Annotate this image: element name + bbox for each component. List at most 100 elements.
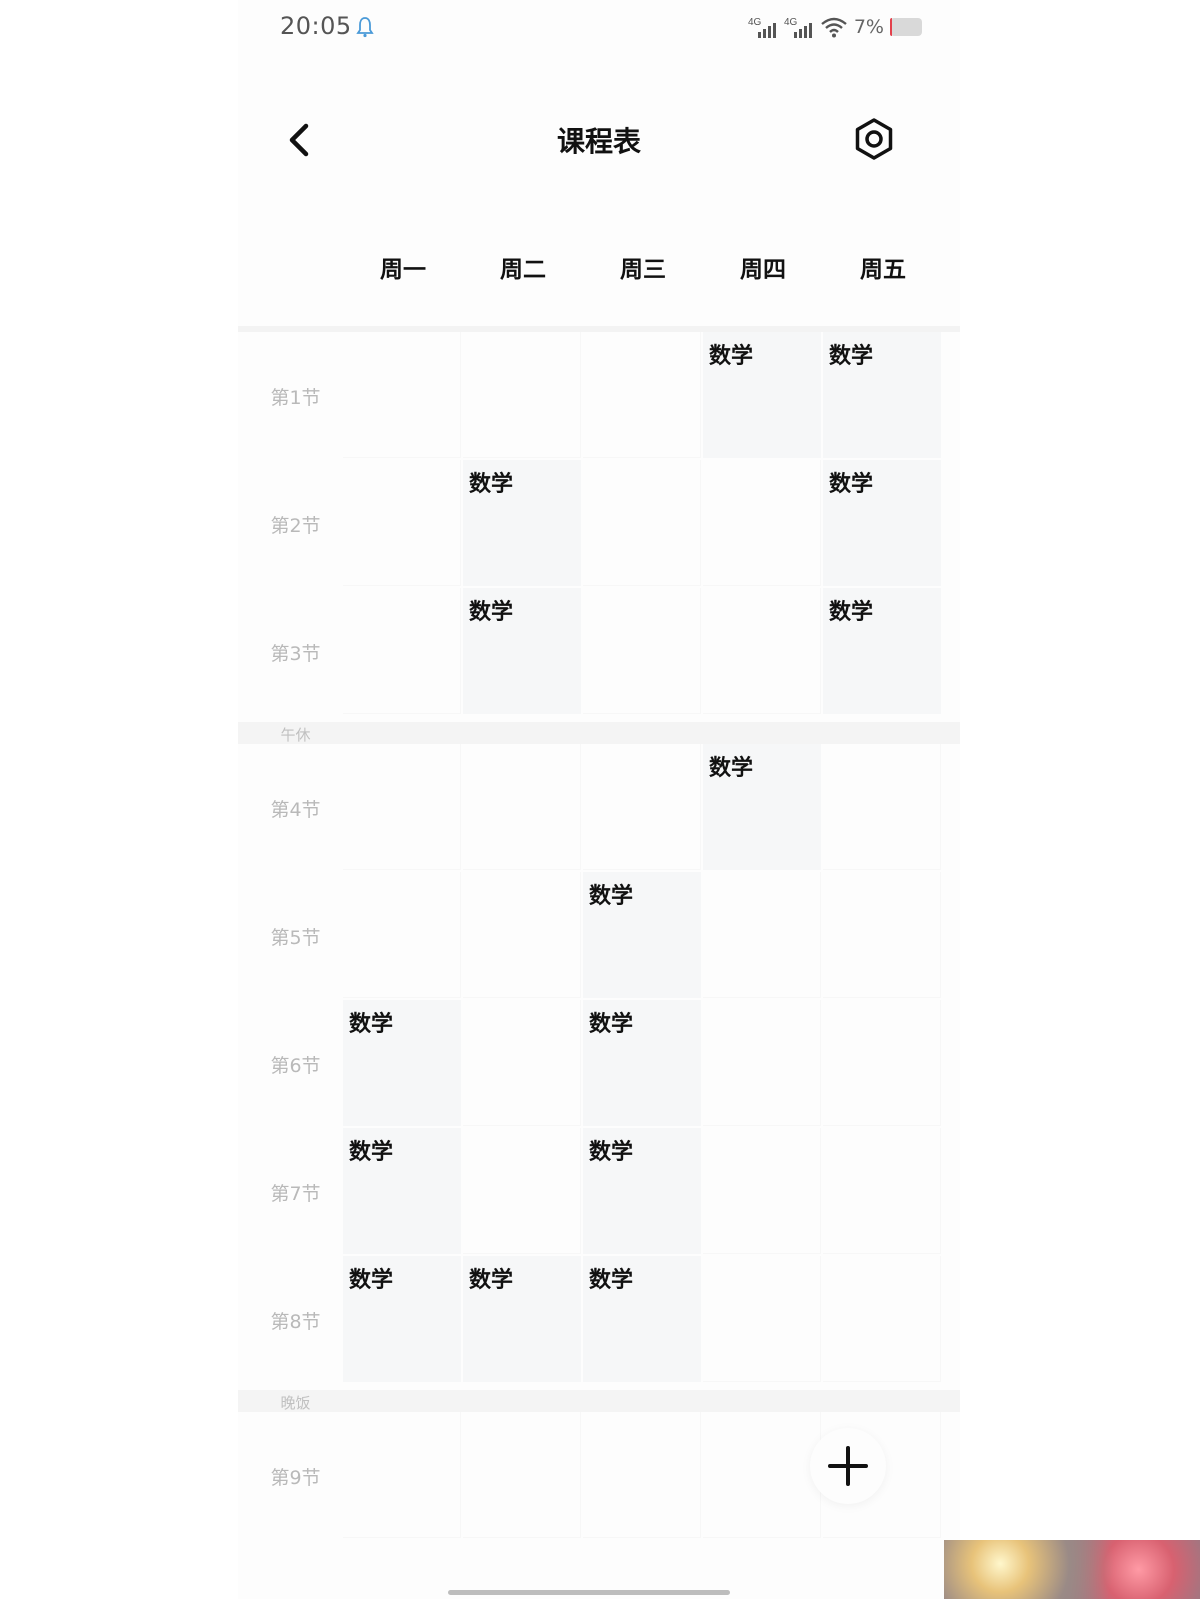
period-label: 第8节 (270, 1310, 321, 1333)
day-wednesday: 周三 (620, 257, 666, 283)
empty-cell[interactable] (703, 1412, 821, 1538)
course-cell[interactable]: 数学 (463, 588, 581, 714)
course-cell[interactable]: 数学 (823, 332, 941, 458)
empty-cell[interactable] (583, 332, 701, 458)
empty-cell[interactable] (463, 744, 581, 870)
empty-cell[interactable] (703, 1256, 821, 1382)
period-label: 第1节 (270, 386, 321, 409)
course-name: 数学 (589, 1140, 634, 1165)
empty-cell[interactable] (463, 1128, 581, 1254)
course-cell[interactable]: 数学 (823, 460, 941, 586)
signal-4g-icon: 4G (784, 17, 812, 38)
empty-cell[interactable] (823, 1128, 941, 1254)
day-thursday: 周四 (740, 257, 786, 283)
break-label: 晚饭 (280, 1394, 311, 1412)
status-time: 20:05 (280, 12, 352, 40)
empty-cell[interactable] (463, 332, 581, 458)
break-label: 午休 (280, 726, 311, 744)
period-row: 第1节 数学 数学 (238, 332, 960, 460)
empty-cell[interactable] (583, 588, 701, 714)
course-cell[interactable]: 数学 (463, 460, 581, 586)
day-monday: 周一 (380, 257, 426, 283)
battery-percent: 7% (853, 16, 884, 38)
status-icons: 4G 4G 7% (748, 14, 922, 40)
day-tuesday: 周二 (500, 257, 546, 283)
period-row: 第2节 数学 数学 (238, 460, 960, 588)
course-name: 数学 (589, 1268, 634, 1293)
settings-icon[interactable] (852, 117, 896, 161)
empty-cell[interactable] (463, 1412, 581, 1538)
empty-cell[interactable] (343, 744, 461, 870)
period-label: 第5节 (270, 926, 321, 949)
course-name: 数学 (349, 1140, 394, 1165)
empty-cell[interactable] (823, 1256, 941, 1382)
empty-cell[interactable] (463, 1000, 581, 1126)
empty-cell[interactable] (343, 332, 461, 458)
weekday-header: 周一 周二 周三 周四 周五 (238, 250, 960, 290)
course-cell[interactable]: 数学 (343, 1128, 461, 1254)
period-label: 第9节 (270, 1466, 321, 1489)
period-row: 第4节 数学 (238, 744, 960, 872)
period-label: 第7节 (270, 1182, 321, 1205)
period-label: 第6节 (270, 1054, 321, 1077)
course-name: 数学 (349, 1012, 394, 1037)
course-name: 数学 (469, 1268, 514, 1293)
period-label: 第4节 (270, 798, 321, 821)
network-1-label: 4G (748, 17, 762, 28)
empty-cell[interactable] (583, 460, 701, 586)
empty-cell[interactable] (823, 872, 941, 998)
signal-4g-icon: 4G (748, 17, 776, 38)
empty-cell[interactable] (583, 744, 701, 870)
course-cell[interactable]: 数学 (703, 744, 821, 870)
empty-cell[interactable] (343, 460, 461, 586)
empty-cell[interactable] (703, 460, 821, 586)
course-name: 数学 (589, 884, 634, 909)
notification-bell-icon (356, 17, 374, 38)
period-row: 第5节 数学 (238, 872, 960, 1000)
empty-cell[interactable] (343, 588, 461, 714)
network-2-label: 4G (784, 17, 798, 28)
day-friday: 周五 (860, 257, 906, 283)
empty-cell[interactable] (703, 1000, 821, 1126)
lunch-break-bar: 午休 (238, 722, 960, 744)
course-cell[interactable]: 数学 (343, 1000, 461, 1126)
empty-cell[interactable] (823, 1000, 941, 1126)
course-cell[interactable]: 数学 (343, 1256, 461, 1382)
corner-photo-overlay (944, 1540, 1200, 1599)
period-row: 第8节 数学 数学 数学 (238, 1256, 960, 1384)
empty-cell[interactable] (343, 872, 461, 998)
course-cell[interactable]: 数学 (583, 1256, 701, 1382)
add-course-button[interactable] (810, 1428, 886, 1504)
period-label: 第3节 (270, 642, 321, 665)
empty-cell[interactable] (703, 1128, 821, 1254)
period-row: 第7节 数学 数学 (238, 1128, 960, 1256)
empty-cell[interactable] (583, 1412, 701, 1538)
course-cell[interactable]: 数学 (463, 1256, 581, 1382)
course-name: 数学 (829, 600, 874, 625)
course-cell[interactable]: 数学 (583, 1128, 701, 1254)
period-row: 第6节 数学 数学 (238, 1000, 960, 1128)
course-name: 数学 (829, 344, 874, 369)
course-name: 数学 (469, 600, 514, 625)
empty-cell[interactable] (463, 872, 581, 998)
period-row: 第3节 数学 数学 (238, 588, 960, 716)
course-cell[interactable]: 数学 (583, 1000, 701, 1126)
course-name: 数学 (589, 1012, 634, 1037)
course-cell[interactable]: 数学 (703, 332, 821, 458)
course-name: 数学 (469, 472, 514, 497)
period-label: 第2节 (270, 514, 321, 537)
empty-cell[interactable] (703, 588, 821, 714)
empty-cell[interactable] (703, 872, 821, 998)
phone-screen: 20:05 4G 4G 7% 课程表 周一 周二 周三 周四 周五 第1节 数学… (238, 0, 960, 1599)
course-name: 数学 (709, 344, 754, 369)
home-indicator[interactable] (448, 1590, 730, 1595)
course-name: 数学 (349, 1268, 394, 1293)
course-cell[interactable]: 数学 (823, 588, 941, 714)
empty-cell[interactable] (823, 744, 941, 870)
empty-cell[interactable] (343, 1412, 461, 1538)
battery-level-fill (890, 18, 893, 36)
course-name: 数学 (709, 756, 754, 781)
plus-icon (828, 1446, 868, 1486)
course-cell[interactable]: 数学 (583, 872, 701, 998)
battery-icon (890, 18, 922, 36)
